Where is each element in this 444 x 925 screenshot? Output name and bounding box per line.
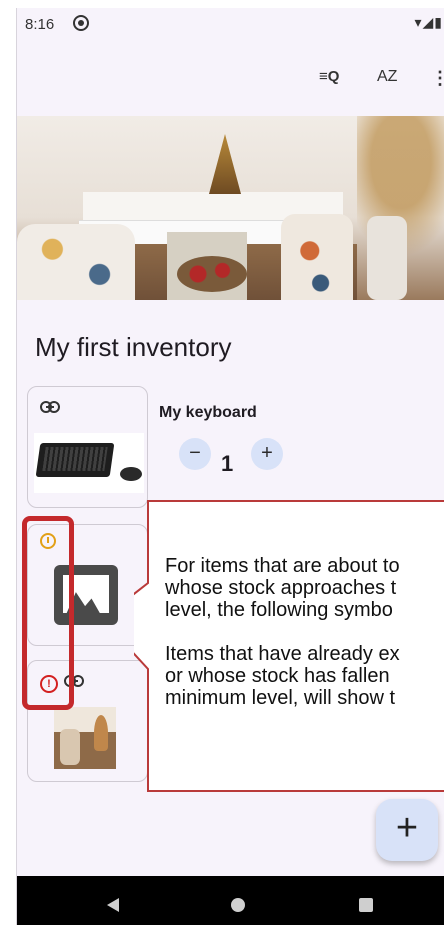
add-item-button[interactable]: + (376, 799, 438, 861)
item-card-keyboard[interactable] (27, 386, 148, 508)
top-app-bar: ≡Q AZ ⋮ (17, 38, 444, 116)
inventory-title: My first inventory (35, 332, 232, 362)
image-chair-right (281, 214, 353, 300)
signal-battery-icon: ▾◢▮ (414, 14, 443, 30)
highlight-box (22, 516, 74, 710)
quantity-value: 1 (221, 451, 234, 476)
callout-line: For items that are about to (165, 555, 400, 577)
back-icon[interactable] (107, 898, 119, 912)
filter-search-icon[interactable]: ≡Q (319, 68, 339, 85)
callout-line: level, the following symbo (165, 599, 393, 621)
tutorial-callout: For items that are about to whose stock … (134, 499, 444, 801)
phone-screen: 8:16 ▾◢▮ ≡Q AZ ⋮ My first inventory (16, 8, 444, 925)
recents-icon[interactable] (359, 898, 373, 912)
callout-line: minimum level, will show t (165, 687, 396, 709)
room-photo (54, 707, 116, 769)
image-chair-left (17, 224, 135, 300)
item-name: My keyboard (159, 404, 257, 421)
status-bar: 8:16 ▾◢▮ (17, 8, 444, 38)
mouse-shape (120, 467, 142, 481)
status-app-icon (73, 15, 89, 31)
inventory-header-image (17, 116, 444, 300)
home-icon[interactable] (231, 898, 245, 912)
increment-button[interactable]: + (251, 438, 283, 470)
sort-az-icon[interactable]: AZ (377, 68, 397, 86)
more-vert-icon[interactable]: ⋮ (431, 68, 444, 89)
image-flowers (177, 256, 247, 292)
decrement-button[interactable]: − (179, 438, 211, 470)
keyboard-photo (34, 433, 144, 493)
callout-line: whose stock approaches t (165, 577, 397, 599)
callout-text: For items that are about to whose stock … (165, 555, 444, 731)
callout-line: Items that have already ex (165, 643, 400, 665)
keyboard-keys (42, 447, 108, 471)
link-icon (40, 401, 60, 413)
status-time: 8:16 (25, 16, 55, 33)
callout-line: or whose stock has fallen (165, 665, 390, 687)
navigation-bar (17, 876, 444, 925)
image-pyramid (209, 134, 241, 194)
image-vase (367, 216, 407, 300)
